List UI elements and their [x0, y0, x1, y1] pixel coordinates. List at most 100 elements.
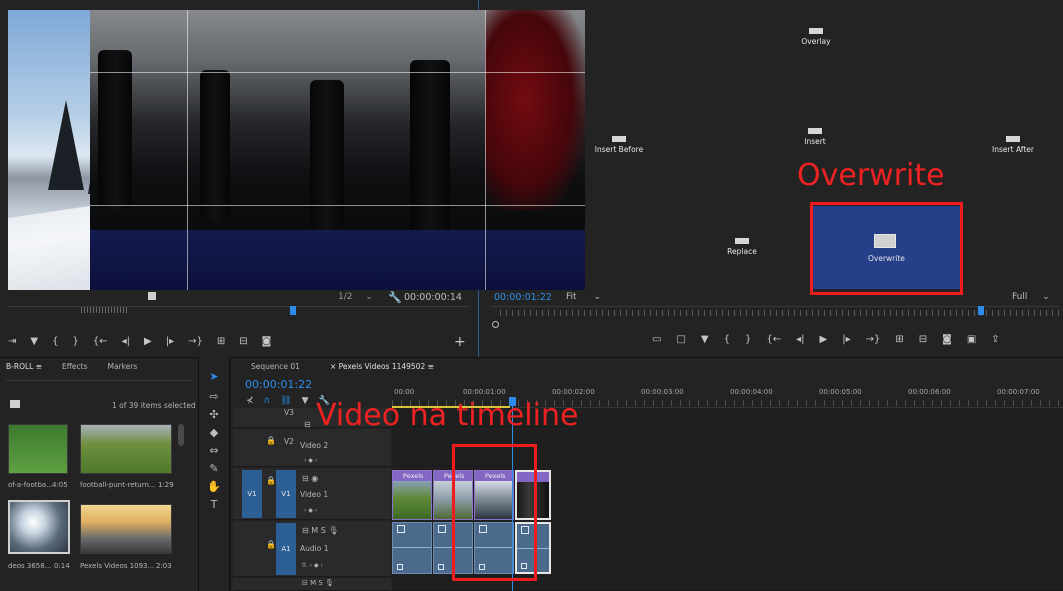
tab-markers[interactable]: Markers	[108, 362, 138, 371]
overlay-drop-zone[interactable]: Overlay	[796, 28, 836, 46]
nest-icon[interactable]: ⊀	[246, 396, 254, 406]
lock-icon[interactable]: 🔒	[266, 436, 276, 445]
zoom-handle-icon[interactable]	[492, 321, 499, 328]
clip-name: of-a-footba...	[8, 481, 53, 489]
chevron-down-icon: ⌄	[593, 292, 601, 302]
ruler-time-label: 00:00:07:00	[997, 388, 1040, 396]
go-to-in-icon[interactable]: {←	[93, 336, 108, 347]
insert-icon[interactable]: ⊞	[217, 336, 225, 347]
clip-name: Pexels Videos 1093...	[80, 562, 155, 570]
keyframe-nav-icon[interactable]: ‹ ◆ ›	[304, 457, 317, 464]
tab-sequence-01[interactable]: Sequence 01	[251, 362, 300, 371]
export-frame-icon[interactable]	[148, 292, 156, 300]
bin-icon[interactable]	[10, 400, 20, 408]
target-v1[interactable]: V1	[276, 470, 296, 518]
add-button-icon[interactable]: +	[454, 334, 466, 350]
add-marker-icon[interactable]: ▼	[302, 396, 309, 406]
marker-icon[interactable]: ▼	[30, 336, 38, 347]
audio-clip[interactable]	[392, 522, 432, 574]
insert-icon	[808, 128, 822, 134]
play-icon[interactable]: ▶	[144, 336, 152, 347]
safe-margins-icon[interactable]: ▭	[652, 334, 661, 345]
play-icon[interactable]: ▶	[820, 334, 828, 345]
track-output-icon[interactable]: ⊟	[304, 420, 311, 429]
source-timecode[interactable]: 00:00:00:14	[404, 292, 462, 303]
camera-icon[interactable]: ◙	[262, 336, 272, 347]
marker-icon[interactable]: ▼	[701, 334, 709, 345]
ruler-time-label: 00:00:03:00	[641, 388, 684, 396]
keyframe-nav-icon[interactable]: ‹ ◆ ›	[304, 507, 317, 514]
step-back-icon[interactable]: ◂|	[796, 334, 804, 345]
comparison-icon[interactable]: □	[676, 334, 685, 345]
program-quality-select[interactable]: Full ⌄	[1012, 292, 1050, 302]
drop-grid-line	[187, 10, 188, 290]
program-playhead[interactable]	[978, 306, 984, 315]
track-output-icon[interactable]: ⊟ ◉	[302, 474, 318, 483]
mute-solo-icons[interactable]: ⊟ M S 🎙	[302, 579, 334, 587]
lift-icon[interactable]: ⊞	[895, 334, 903, 345]
program-video-frame[interactable]	[90, 10, 585, 290]
source-zoom-select[interactable]: 1/2 ⌄	[338, 292, 378, 304]
tab-effects[interactable]: Effects	[62, 362, 88, 371]
program-fit-select[interactable]: Fit ⌄	[566, 292, 601, 302]
divider	[6, 380, 192, 381]
go-to-out-icon[interactable]: →}	[188, 336, 203, 347]
track-select-tool-icon[interactable]: ⇨	[207, 390, 221, 404]
in-point-icon[interactable]: {	[724, 334, 730, 345]
hand-tool-icon[interactable]: ✋	[207, 480, 221, 494]
clip-thumbnail-selected[interactable]	[8, 500, 70, 554]
tab-b-roll[interactable]: B-ROLL ≡	[6, 362, 42, 371]
replace-drop-zone[interactable]: Replace	[722, 238, 762, 256]
in-point-icon[interactable]: {	[52, 336, 58, 347]
wrench-icon[interactable]: 🔧	[388, 291, 402, 304]
clip-thumbnail[interactable]	[80, 424, 172, 474]
export-icon[interactable]: ⇪	[991, 334, 999, 345]
multicam-icon[interactable]: ▣	[967, 334, 976, 345]
target-a1[interactable]: A1	[276, 523, 296, 575]
camera-icon[interactable]: ◙	[942, 334, 952, 345]
step-back-icon[interactable]: ◂|	[122, 336, 130, 347]
project-scrollbar[interactable]	[178, 424, 184, 446]
overwrite-annotation: Overwrite	[797, 158, 945, 193]
mute-solo-icons[interactable]: ⊟ M S 🎙	[302, 526, 338, 535]
clip-thumbnail[interactable]	[80, 504, 172, 554]
extract-icon[interactable]: ⊟	[919, 334, 927, 345]
lock-icon[interactable]: 🔒	[266, 540, 276, 549]
selection-tool-icon[interactable]: ➤	[207, 370, 221, 384]
fx-badge-icon	[438, 525, 446, 533]
razor-tool-icon[interactable]: ◆	[207, 426, 221, 440]
source-time-ruler[interactable]	[8, 306, 470, 320]
type-tool-icon[interactable]: T	[207, 498, 221, 512]
source-patch-v1[interactable]: V1	[242, 470, 262, 518]
out-point-icon[interactable]: }	[72, 336, 78, 347]
insert-drop-zone[interactable]: Insert	[795, 128, 835, 146]
overwrite-icon[interactable]: ⊟	[239, 336, 247, 347]
video-clip[interactable]: Pexels	[392, 470, 432, 520]
tab-pexels-sequence[interactable]: × Pexels Videos 1149502 ≡	[330, 362, 434, 371]
mark-in-icon[interactable]: ⇥	[8, 336, 16, 347]
slip-tool-icon[interactable]: ⇔	[207, 444, 221, 458]
insert-after-drop-zone[interactable]: Insert After	[988, 136, 1038, 154]
step-forward-icon[interactable]: |▸	[166, 336, 174, 347]
program-timecode[interactable]: 00:00:01:22	[494, 292, 552, 303]
out-point-icon[interactable]: }	[745, 334, 751, 345]
clip-thumbnail[interactable]	[8, 424, 68, 474]
timeline-timecode[interactable]: 00:00:01:22	[245, 378, 312, 391]
linked-selection-icon[interactable]: ⛓	[280, 396, 291, 406]
go-to-in-icon[interactable]: {←	[766, 334, 781, 345]
timeline-tabs: Sequence 01 × Pexels Videos 1149502 ≡	[251, 362, 434, 371]
pen-tool-icon[interactable]: ✎	[207, 462, 221, 476]
insert-before-drop-zone[interactable]: Insert Before	[594, 136, 644, 154]
source-zoom-value: 1/2	[338, 292, 353, 302]
ripple-edit-tool-icon[interactable]: ✣	[207, 408, 221, 422]
drop-overlay-dim	[90, 10, 585, 290]
keyframe-nav-icon[interactable]: 0. ‹ ◆ ›	[302, 562, 323, 569]
insert-label: Insert	[804, 137, 826, 146]
lock-icon[interactable]: 🔒	[266, 476, 276, 485]
go-to-out-icon[interactable]: →}	[866, 334, 881, 345]
snap-icon[interactable]: ∩	[264, 396, 271, 406]
step-forward-icon[interactable]: |▸	[842, 334, 850, 345]
selection-count: 1 of 39 items selected	[112, 401, 196, 410]
replace-label: Replace	[727, 247, 757, 256]
source-playhead[interactable]	[290, 306, 296, 315]
